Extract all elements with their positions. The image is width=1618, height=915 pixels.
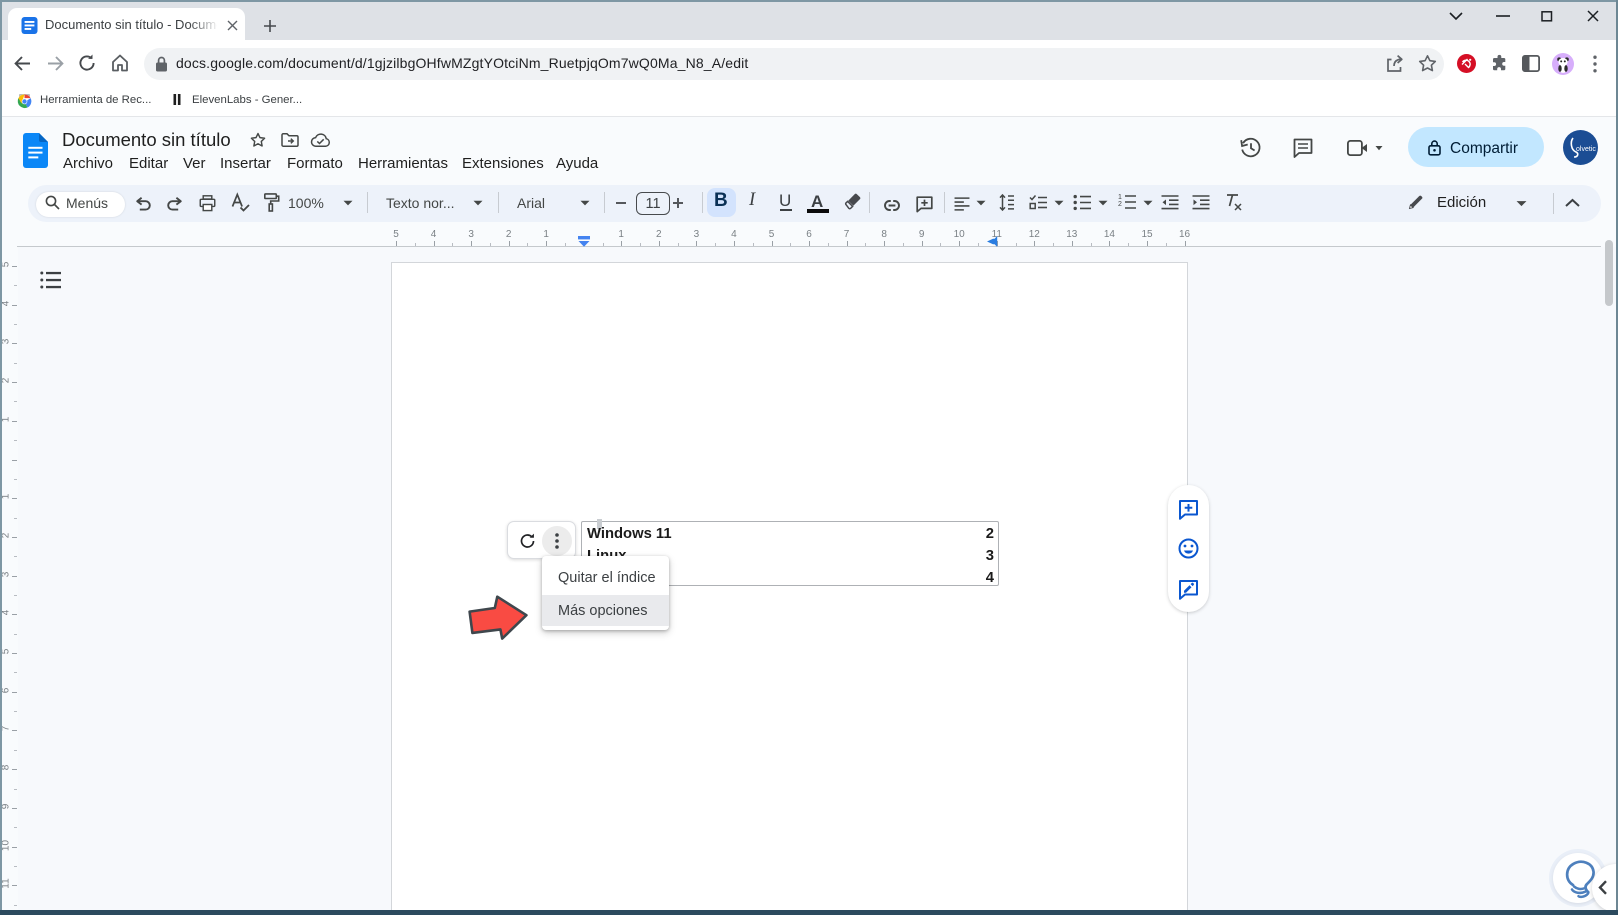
svg-text:1: 1 (1118, 194, 1122, 201)
svg-text:olvetic: olvetic (1576, 146, 1596, 153)
svg-text:2: 2 (1118, 201, 1122, 208)
